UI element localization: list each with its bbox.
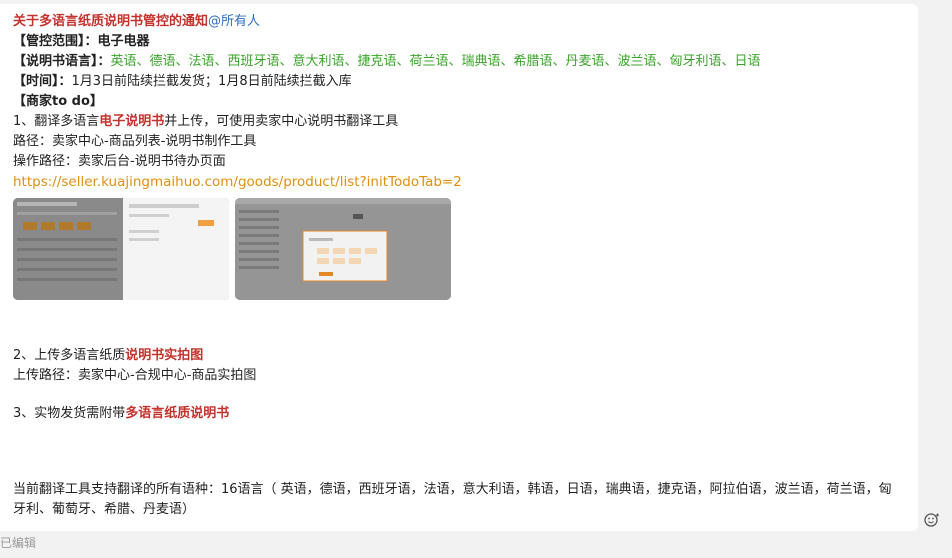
- step2-line: 2、上传多语言纸质说明书实拍图: [13, 346, 904, 366]
- message-bubble: 关于多语言纸质说明书管控的通知@所有人 【管控范围】：电子电器 【说明书语言】：…: [0, 4, 918, 531]
- step1-suffix: 并上传，可使用卖家中心说明书翻译工具: [164, 114, 399, 129]
- image-thumbnails: [13, 198, 904, 300]
- scope-value: 电子电器: [97, 34, 150, 49]
- scope-label: 【管控范围】：: [13, 34, 98, 49]
- scope-line: 【管控范围】：电子电器: [13, 32, 904, 52]
- step2-highlight: 说明书实拍图: [125, 348, 204, 363]
- step3-highlight: 多语言纸质说明书: [125, 406, 230, 421]
- screenshot-image-1: [13, 198, 229, 300]
- step1-line: 1、翻译多语言电子说明书并上传，可使用卖家中心说明书翻译工具: [13, 112, 904, 132]
- time-line: 【时间】：1月3日前陆续拦截发货；1月8日前陆续拦截入库: [13, 72, 904, 92]
- screenshot-thumbnail-2[interactable]: [235, 198, 451, 300]
- upload-path: 上传路径：卖家中心-合规中心-商品实拍图: [13, 368, 257, 383]
- path1: 路径：卖家中心-商品列表-说明书制作工具: [13, 134, 257, 149]
- edited-label: 已编辑: [0, 536, 37, 550]
- languages-value: 英语、德语、法语、西班牙语、意大利语、捷克语、荷兰语、瑞典语、希腊语、丹麦语、波…: [110, 54, 761, 69]
- emoji-reaction-icon[interactable]: [924, 512, 940, 528]
- notice-title: 关于多语言纸质说明书管控的通知: [13, 14, 209, 29]
- todo-label: 【商家to do】: [13, 94, 103, 109]
- languages-label: 【说明书语言】：: [13, 54, 111, 69]
- step2-prefix: 2、上传多语言纸质: [13, 348, 126, 363]
- title-line: 关于多语言纸质说明书管控的通知@所有人: [13, 12, 904, 32]
- path2: 操作路径：卖家后台-说明书待办页面: [13, 154, 226, 169]
- seller-link[interactable]: https://seller.kuajingmaihuo.com/goods/p…: [13, 172, 904, 192]
- screenshot-image-2: [235, 198, 451, 300]
- languages-line: 【说明书语言】：英语、德语、法语、西班牙语、意大利语、捷克语、荷兰语、瑞典语、希…: [13, 52, 904, 72]
- mention-all[interactable]: @所有人: [208, 14, 260, 29]
- time-label: 【时间】：: [13, 74, 72, 89]
- step3-line: 3、实物发货需附带多语言纸质说明书: [13, 404, 904, 424]
- support-languages-text: 当前翻译工具支持翻译的所有语种：16语言（ 英语，德语，西班牙语，法语，意大利语…: [13, 482, 892, 517]
- step1-prefix: 1、翻译多语言: [13, 114, 100, 129]
- step1-highlight: 电子说明书: [99, 114, 165, 129]
- screenshot-thumbnail-1[interactable]: [13, 198, 229, 300]
- time-value: 1月3日前陆续拦截发货；1月8日前陆续拦截入库: [71, 74, 352, 89]
- step3-prefix: 3、实物发货需附带: [13, 406, 126, 421]
